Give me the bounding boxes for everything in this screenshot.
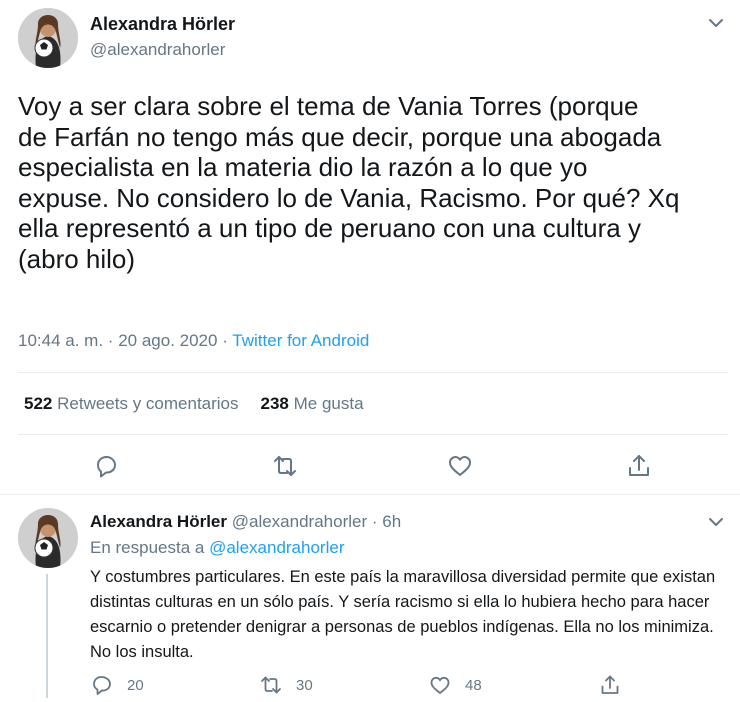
retweet-count: 30 (296, 676, 313, 694)
tweet-date[interactable]: 20 ago. 2020 (118, 331, 217, 350)
divider (18, 434, 728, 435)
author-name[interactable]: Alexandra Hörler (90, 14, 235, 35)
divider (18, 372, 728, 373)
thread-line (46, 574, 48, 698)
like-button[interactable]: 48 (429, 674, 482, 696)
share-icon (601, 675, 619, 694)
author-handle[interactable]: @alexandrahorler (90, 40, 225, 60)
reply-tweet[interactable]: Alexandra Hörler @alexandrahorler · 6h E… (0, 496, 740, 702)
chevron-down-icon[interactable] (707, 16, 725, 30)
reply-header: Alexandra Hörler @alexandrahorler · 6h (90, 512, 401, 532)
tweet-meta: 10:44 a. m. · 20 ago. 2020 · Twitter for… (18, 331, 369, 351)
main-tweet: Alexandra Hörler @alexandrahorler Voy a … (0, 0, 740, 495)
retweet-icon (261, 676, 281, 694)
reply-icon[interactable] (91, 451, 121, 481)
meta-separator: · (222, 331, 228, 350)
avatar[interactable] (18, 508, 78, 568)
reply-mention-link[interactable]: @alexandrahorler (209, 538, 344, 557)
chevron-down-icon[interactable] (707, 515, 725, 529)
heart-icon[interactable] (445, 451, 475, 481)
retweets-stat[interactable]: 522 Retweets y comentarios (24, 394, 239, 413)
likes-stat[interactable]: 238 Me gusta (261, 394, 364, 413)
author-handle[interactable]: @alexandrahorler (232, 512, 367, 531)
tweet-text: Y costumbres particulares. En este país … (90, 568, 716, 661)
retweets-count: 522 (24, 394, 53, 413)
reply-button[interactable]: 20 (91, 674, 144, 696)
heart-icon (430, 676, 450, 694)
retweets-label: Retweets y comentarios (57, 394, 239, 413)
tweet-time[interactable]: 10:44 a. m. (18, 331, 103, 350)
retweet-button[interactable]: 30 (260, 674, 313, 696)
retweet-icon[interactable] (270, 451, 300, 481)
share-icon[interactable] (624, 451, 654, 481)
author-name[interactable]: Alexandra Hörler (90, 512, 227, 531)
reply-count: 20 (127, 676, 144, 694)
reply-icon (93, 676, 111, 695)
tweet-age[interactable]: · 6h (372, 512, 401, 531)
tweet-text: Voy a ser clara sobre el tema de Vania T… (18, 91, 680, 274)
engagement-counts: 522 Retweets y comentarios 238 Me gusta (24, 394, 364, 414)
client-link[interactable]: Twitter for Android (232, 331, 369, 350)
avatar[interactable] (18, 8, 78, 68)
share-button[interactable] (599, 674, 635, 696)
in-reply-label: En respuesta a (90, 538, 205, 557)
in-reply-to: En respuesta a @alexandrahorler (90, 538, 344, 558)
like-count: 48 (465, 676, 482, 694)
meta-separator: · (107, 331, 114, 350)
likes-label: Me gusta (293, 394, 364, 413)
likes-count: 238 (260, 394, 289, 413)
